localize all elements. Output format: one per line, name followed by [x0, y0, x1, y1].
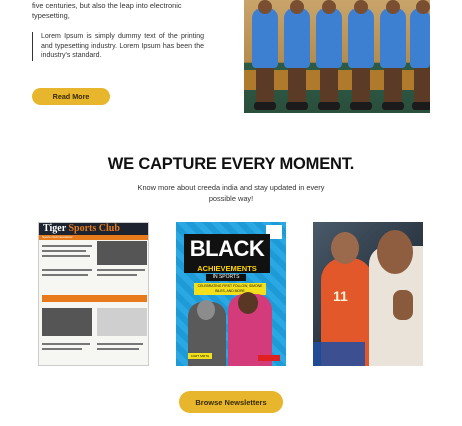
- newsletter-subtitle: Sports Club Newsletter: [39, 235, 148, 240]
- book-author: CURT SMITH: [188, 353, 212, 359]
- jersey-number: 11: [333, 288, 348, 304]
- newsletter-masthead: Tiger Sports Club: [39, 223, 148, 235]
- team-photo: [244, 0, 430, 113]
- newsletter-card-football[interactable]: 11: [313, 222, 423, 366]
- read-more-button[interactable]: Read More: [32, 88, 110, 105]
- quote-text: Lorem Ipsum is simply dummy text of the …: [32, 32, 204, 61]
- book-title: BLACK: [184, 234, 270, 264]
- section-subheading: Know more about creeda india and stay up…: [137, 183, 325, 203]
- book-tagline: IN SPORTS: [206, 274, 246, 281]
- section-heading: WE CAPTURE EVERY MOMENT.: [107, 155, 355, 173]
- publisher-logo: [258, 355, 280, 361]
- intro-text: five centuries, but also the leap into e…: [32, 1, 182, 20]
- book-subtitle: ACHIEVEMENTS: [184, 264, 270, 273]
- newsletter-card-black-achievements[interactable]: BLACK ACHIEVEMENTS IN SPORTS CELEBRATING…: [176, 222, 286, 366]
- newsletter-card-tiger-sports[interactable]: Tiger Sports Club Sports Club Newsletter: [38, 222, 149, 366]
- browse-newsletters-button[interactable]: Browse Newsletters: [179, 391, 283, 413]
